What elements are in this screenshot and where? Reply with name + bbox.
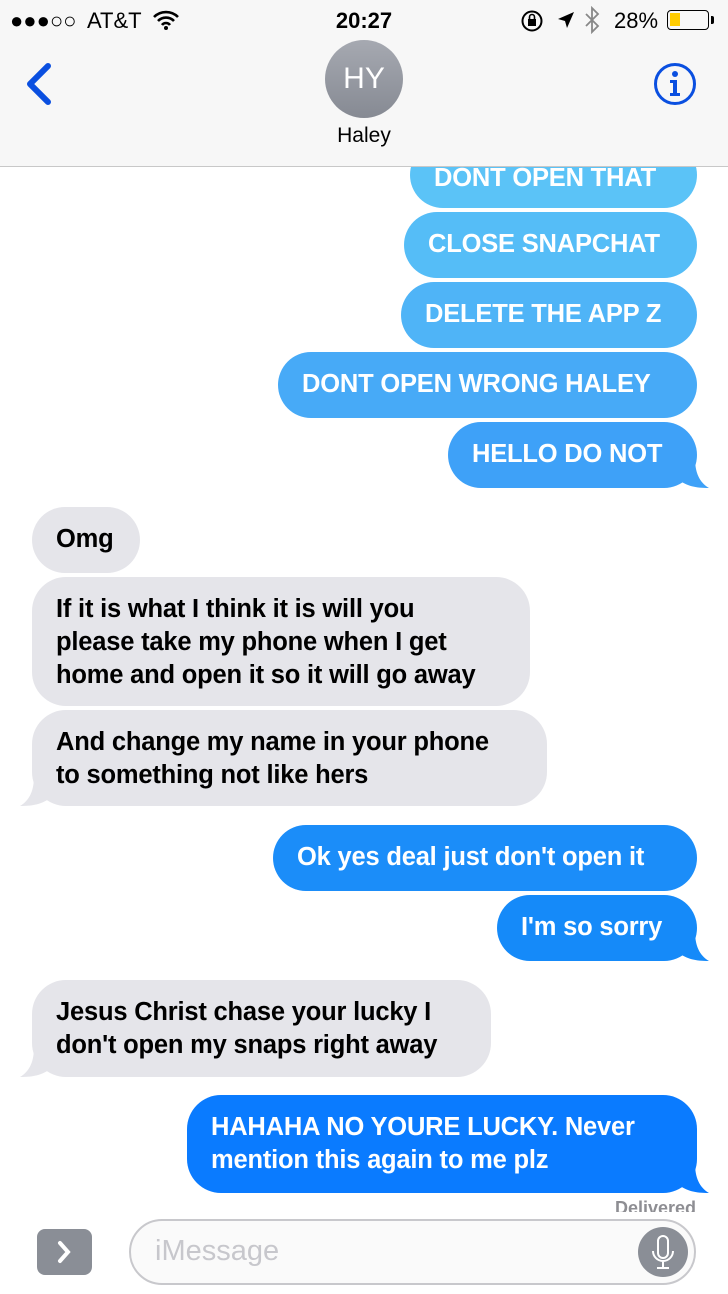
message-text: CLOSE SNAPCHAT	[428, 230, 660, 258]
bubble-tail	[679, 931, 709, 961]
dictation-button[interactable]	[638, 1227, 688, 1277]
composer-bar: iMessage	[0, 1212, 728, 1294]
message-bubble[interactable]: And change my name in your phone to some…	[20, 710, 547, 806]
message-bubble[interactable]: If it is what I think it is will you ple…	[32, 577, 530, 706]
message-bubble[interactable]: CLOSE SNAPCHAT	[404, 212, 697, 278]
message-text: Jesus Christ chase your lucky I don't op…	[56, 998, 438, 1059]
message-input[interactable]: iMessage	[129, 1219, 696, 1285]
apps-expand-button[interactable]	[37, 1229, 92, 1275]
message-bubble[interactable]: HELLO DO NOT	[448, 422, 709, 488]
bubble-tail	[679, 458, 709, 488]
message-text: DONT OPEN WRONG HALEY	[302, 370, 651, 398]
message-bubble[interactable]: HAHAHA NO YOURE LUCKY. Never mention thi…	[187, 1095, 709, 1193]
message-bubble[interactable]: DONT OPEN WRONG HALEY	[278, 352, 697, 418]
microphone-icon	[652, 1235, 674, 1269]
message-text: DONT OPEN THAT	[434, 164, 656, 192]
avatar[interactable]: HY	[325, 40, 403, 118]
message-text: I'm so sorry	[521, 913, 663, 941]
message-text: Ok yes deal just don't open it	[297, 843, 645, 871]
location-icon	[558, 12, 574, 28]
message-text: Omg	[56, 525, 114, 553]
battery-tip	[711, 16, 714, 24]
message-text: If it is what I think it is will you ple…	[56, 595, 476, 689]
back-chevron-icon[interactable]	[22, 62, 54, 106]
message-bubble[interactable]: Omg	[32, 507, 140, 573]
message-bubble[interactable]: DELETE THE APP Z	[401, 282, 697, 348]
battery-icon	[667, 10, 709, 30]
conversation-header: ●●●○○ AT&T 20:27 28% HY Haley	[0, 0, 728, 167]
chevron-right-icon	[58, 1241, 71, 1263]
bubble-tail	[679, 1163, 709, 1193]
bubble-tail	[20, 776, 50, 806]
message-text: HELLO DO NOT	[472, 440, 663, 468]
bluetooth-icon	[585, 6, 600, 34]
battery-percent: 28%	[614, 8, 659, 33]
orientation-lock-icon	[521, 10, 543, 32]
delivered-status: Delivered	[614, 1198, 696, 1212]
message-bubble[interactable]: Jesus Christ chase your lucky I don't op…	[20, 980, 491, 1077]
message-text: And change my name in your phone to some…	[56, 728, 489, 789]
info-icon[interactable]	[653, 62, 697, 106]
message-input-placeholder: iMessage	[155, 1235, 280, 1267]
message-thread[interactable]: DONT OPEN THAT CLOSE SNAPCHAT DELETE THE…	[0, 0, 728, 1212]
contact-name[interactable]: Haley	[0, 124, 728, 148]
message-text: DELETE THE APP Z	[425, 300, 662, 328]
message-bubble[interactable]: I'm so sorry	[497, 895, 709, 961]
message-text: HAHAHA NO YOURE LUCKY. Never mention thi…	[211, 1113, 635, 1174]
message-bubble[interactable]: Ok yes deal just don't open it	[273, 825, 697, 891]
bubble-tail	[20, 1047, 50, 1077]
